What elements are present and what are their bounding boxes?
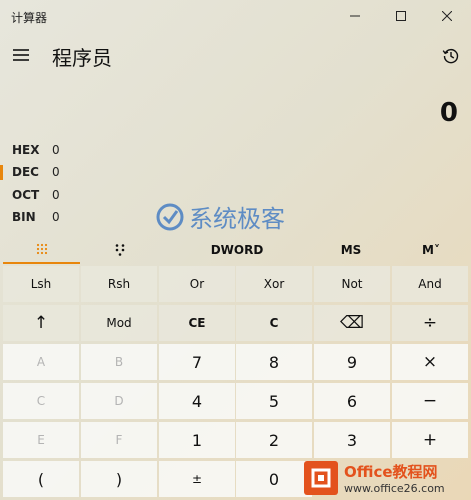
divide-button[interactable]: ÷ bbox=[392, 305, 468, 341]
active-indicator bbox=[0, 165, 3, 180]
radix-bin[interactable]: BIN 0 bbox=[0, 207, 80, 228]
minimize-button[interactable] bbox=[332, 0, 378, 32]
radix-value: 0 bbox=[52, 188, 60, 202]
lsh-button[interactable]: Lsh bbox=[3, 266, 79, 302]
and-button[interactable]: And bbox=[392, 266, 468, 302]
radix-value: 0 bbox=[52, 165, 60, 179]
close-icon bbox=[442, 11, 452, 21]
office-badge: Office教程网 www.office26.com bbox=[304, 455, 471, 500]
office-logo-icon bbox=[304, 460, 338, 495]
app-title: 计算器 bbox=[11, 11, 48, 25]
menu-button[interactable] bbox=[6, 40, 36, 70]
close-button[interactable] bbox=[424, 0, 470, 32]
maximize-button[interactable] bbox=[378, 0, 424, 32]
plus-button[interactable]: + bbox=[392, 422, 468, 458]
hex-e-button[interactable]: E bbox=[3, 422, 79, 458]
hamburger-icon bbox=[13, 49, 29, 61]
watermark-logo-icon bbox=[156, 203, 184, 230]
radix-hex[interactable]: HEX 0 bbox=[0, 140, 80, 161]
or-button[interactable]: Or bbox=[159, 266, 235, 302]
digit-6-button[interactable]: 6 bbox=[314, 383, 390, 419]
keypad-grid-icon bbox=[36, 243, 47, 255]
keypad-tabs: DWORD MS M˅ bbox=[0, 236, 471, 264]
minus-button[interactable]: − bbox=[392, 383, 468, 419]
shift-button[interactable]: ↑ bbox=[3, 305, 79, 341]
radix-label: BIN bbox=[12, 210, 36, 224]
bit-toggle-icon bbox=[115, 244, 125, 256]
digit-2-button[interactable]: 2 bbox=[236, 422, 312, 458]
mode-title: 程序员 bbox=[52, 46, 112, 70]
not-button[interactable]: Not bbox=[314, 266, 390, 302]
memory-menu-button[interactable]: M˅ bbox=[408, 236, 454, 264]
tab-full-keypad[interactable] bbox=[3, 236, 80, 264]
hex-c-button[interactable]: C bbox=[3, 383, 79, 419]
digit-7-button[interactable]: 7 bbox=[159, 344, 235, 380]
badge-url: www.office26.com bbox=[344, 481, 445, 495]
maximize-icon bbox=[396, 11, 406, 21]
radix-label: DEC bbox=[12, 165, 39, 179]
multiply-button[interactable]: × bbox=[392, 344, 468, 380]
clear-button[interactable]: C bbox=[236, 305, 312, 341]
badge-title: Office教程网 bbox=[344, 462, 438, 481]
app-header: 程序员 bbox=[0, 38, 471, 78]
digit-8-button[interactable]: 8 bbox=[236, 344, 312, 380]
digit-1-button[interactable]: 1 bbox=[159, 422, 235, 458]
minimize-icon bbox=[350, 15, 360, 17]
left-paren-button[interactable]: ( bbox=[3, 461, 79, 497]
radix-value: 0 bbox=[52, 210, 60, 224]
hex-b-button[interactable]: B bbox=[81, 344, 157, 380]
xor-button[interactable]: Xor bbox=[236, 266, 312, 302]
digit-3-button[interactable]: 3 bbox=[314, 422, 390, 458]
hex-f-button[interactable]: F bbox=[81, 422, 157, 458]
radix-oct[interactable]: OCT 0 bbox=[0, 185, 80, 206]
tab-word-size[interactable]: DWORD bbox=[200, 236, 274, 264]
memory-store-button[interactable]: MS bbox=[320, 236, 382, 264]
tab-bit-toggling[interactable] bbox=[80, 236, 160, 264]
result-display: 0 bbox=[439, 98, 458, 128]
rsh-button[interactable]: Rsh bbox=[81, 266, 157, 302]
digit-4-button[interactable]: 4 bbox=[159, 383, 235, 419]
digit-9-button[interactable]: 9 bbox=[314, 344, 390, 380]
radix-dec[interactable]: DEC 0 bbox=[0, 162, 80, 183]
radix-label: HEX bbox=[12, 143, 40, 157]
radix-value: 0 bbox=[52, 143, 60, 157]
digit-5-button[interactable]: 5 bbox=[236, 383, 312, 419]
backspace-button[interactable]: ⌫ bbox=[314, 305, 390, 341]
radix-label: OCT bbox=[12, 188, 40, 202]
watermark: 系统极客 bbox=[155, 199, 285, 234]
watermark-text: 系统极客 bbox=[189, 205, 285, 233]
digit-0-button[interactable]: 0 bbox=[236, 461, 312, 497]
right-paren-button[interactable]: ) bbox=[81, 461, 157, 497]
hex-d-button[interactable]: D bbox=[81, 383, 157, 419]
clear-entry-button[interactable]: CE bbox=[159, 305, 235, 341]
hex-a-button[interactable]: A bbox=[3, 344, 79, 380]
title-bar: 计算器 bbox=[0, 0, 471, 32]
history-icon bbox=[442, 48, 459, 64]
negate-button[interactable]: ± bbox=[159, 461, 235, 497]
history-button[interactable] bbox=[436, 41, 466, 71]
mod-button[interactable]: Mod bbox=[81, 305, 157, 341]
